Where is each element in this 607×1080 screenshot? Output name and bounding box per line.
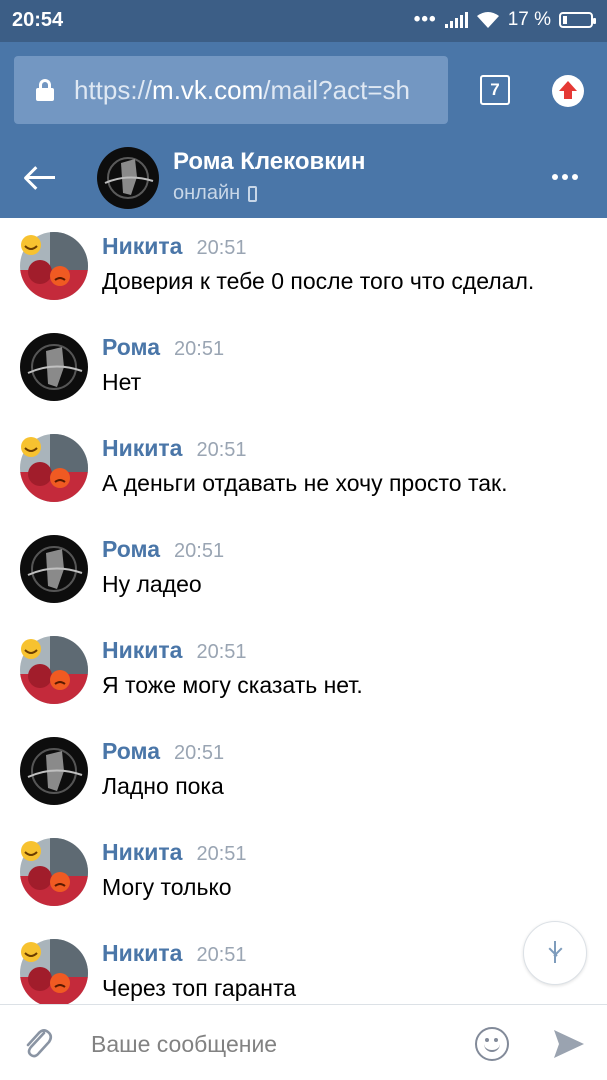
author-avatar[interactable] — [20, 232, 88, 300]
emoji-icon[interactable] — [475, 1027, 509, 1061]
message-time: 20:51 — [196, 641, 247, 663]
author-name[interactable]: Никита — [102, 435, 182, 461]
peer-status: онлайн — [173, 182, 258, 205]
message-text: Доверия к тебе 0 после того что сделал. — [102, 268, 535, 294]
author-avatar[interactable] — [20, 838, 88, 906]
message-time: 20:51 — [196, 944, 247, 966]
message-item[interactable]: Рома 20:51 Ну ладео — [0, 521, 607, 622]
status-time: 20:54 — [12, 9, 64, 31]
author-name[interactable]: Рома — [102, 738, 160, 764]
author-name[interactable]: Рома — [102, 536, 160, 562]
battery-icon — [559, 12, 596, 28]
message-author[interactable]: Никита 20:51 — [102, 839, 247, 866]
message-text: Я тоже могу сказать нет. — [102, 672, 363, 698]
author-name[interactable]: Никита — [102, 940, 182, 966]
message-author[interactable]: Никита 20:51 — [102, 637, 247, 664]
notification-dots-icon: ••• — [413, 9, 437, 30]
message-item[interactable]: Никита 20:51 Через топ гаранта — [0, 925, 607, 1004]
message-item[interactable]: Никита 20:51 Могу только — [0, 824, 607, 925]
chat-header: Рома Клековкин онлайн — [0, 138, 607, 218]
message-time: 20:51 — [174, 742, 225, 764]
tabs-button[interactable]: 7 — [480, 75, 510, 105]
author-name[interactable]: Никита — [102, 637, 182, 663]
url-host: m.vk.com — [152, 75, 264, 105]
author-name[interactable]: Никита — [102, 233, 182, 259]
message-author[interactable]: Никита 20:51 — [102, 940, 247, 967]
status-indicators: ••• 17 % — [413, 9, 596, 31]
wifi-icon — [476, 12, 499, 28]
paperclip-icon[interactable] — [22, 1025, 54, 1061]
message-author[interactable]: Никита 20:51 — [102, 435, 247, 462]
peer-name[interactable]: Рома Клековкин — [173, 148, 366, 176]
author-avatar[interactable] — [20, 333, 88, 401]
signal-icon — [444, 12, 468, 28]
message-time: 20:51 — [174, 540, 225, 562]
update-icon[interactable] — [552, 75, 584, 107]
message-time: 20:51 — [196, 439, 247, 461]
author-avatar[interactable] — [20, 737, 88, 805]
author-avatar[interactable] — [20, 636, 88, 704]
lock-icon — [36, 79, 54, 101]
message-author[interactable]: Рома 20:51 — [102, 334, 224, 361]
message-text: Могу только — [102, 874, 232, 900]
message-item[interactable]: Никита 20:51 А деньги отдавать не хочу про… — [0, 420, 607, 521]
message-input[interactable]: Ваше сообщение — [91, 1031, 277, 1058]
browser-toolbar: https://m.vk.com/mail?act=sh 7 — [0, 42, 607, 138]
author-name[interactable]: Рома — [102, 334, 160, 360]
message-author[interactable]: Рома 20:51 — [102, 536, 224, 563]
message-text: Ну ладео — [102, 571, 202, 597]
url-text[interactable]: https://m.vk.com/mail?act=sh — [74, 75, 444, 106]
url-bar[interactable]: https://m.vk.com/mail?act=sh — [14, 56, 448, 124]
author-avatar[interactable] — [20, 939, 88, 1004]
message-text: Через топ гаранта — [102, 975, 297, 1001]
author-name[interactable]: Никита — [102, 839, 182, 865]
message-item[interactable]: Рома 20:51 Ладно пока — [0, 723, 607, 824]
url-scheme: https:// — [74, 75, 153, 105]
message-composer: Ваше сообщение — [0, 1004, 607, 1080]
peer-status-text: онлайн — [173, 182, 241, 204]
message-time: 20:51 — [196, 237, 247, 259]
url-path: /mail?act=sh — [263, 75, 410, 105]
author-avatar[interactable] — [20, 535, 88, 603]
message-text: А деньги отдавать не хочу просто так. — [102, 470, 508, 496]
peer-avatar[interactable] — [97, 147, 159, 209]
message-time: 20:51 — [196, 843, 247, 865]
scroll-down-button[interactable] — [523, 921, 587, 985]
message-item[interactable]: Рома 20:51 Нет — [0, 319, 607, 420]
mobile-icon — [248, 185, 258, 202]
back-arrow-icon[interactable] — [23, 164, 58, 192]
send-icon[interactable] — [552, 1028, 586, 1060]
status-bar: 20:54 ••• 17 % — [0, 0, 607, 42]
message-list[interactable]: Никита 20:51 Доверия к тебе 0 после того ч… — [0, 218, 607, 1004]
message-author[interactable]: Рома 20:51 — [102, 738, 224, 765]
message-item[interactable]: Никита 20:51 Я тоже могу сказать нет. — [0, 622, 607, 723]
author-avatar[interactable] — [20, 434, 88, 502]
message-item[interactable]: Никита 20:51 Доверия к тебе 0 после того ч… — [0, 218, 607, 319]
message-time: 20:51 — [174, 338, 225, 360]
message-text: Ладно пока — [102, 773, 224, 799]
more-icon[interactable] — [552, 174, 578, 180]
battery-percent: 17 % — [507, 9, 551, 30]
message-text: Нет — [102, 369, 142, 395]
message-author[interactable]: Никита 20:51 — [102, 233, 247, 260]
